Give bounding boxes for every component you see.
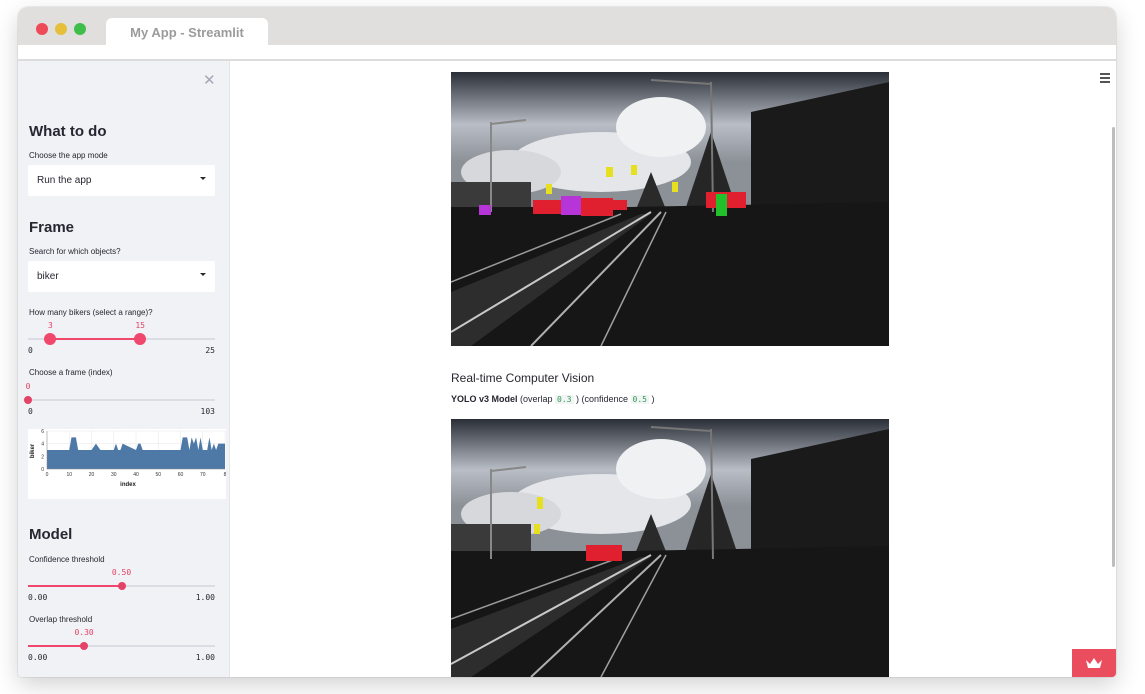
- chart-x-tick-label: 40: [133, 472, 139, 478]
- index-value: 0: [25, 382, 31, 391]
- close-icon[interactable]: ✕: [203, 71, 216, 89]
- range-high-handle[interactable]: [134, 333, 147, 345]
- overlap-max: 1.00: [195, 653, 215, 662]
- model-name: YOLO v3 Model: [451, 394, 518, 404]
- chart-x-tick-label: 10: [66, 472, 72, 478]
- bikers-range-label: How many bikers (select a range)?: [29, 308, 153, 317]
- biker-area-chart: 0 2 4 6 0 10 20 30 40 50 60 70 8 biker index: [28, 429, 227, 499]
- range-low-value: 3: [48, 321, 53, 330]
- range-max: 25: [205, 346, 215, 355]
- chart-y-tick-label: 2: [41, 454, 44, 460]
- confidence-value: 0.50: [111, 568, 132, 577]
- objects-value: biker: [37, 271, 59, 282]
- yolo-frame-image: [451, 419, 889, 677]
- confidence-slider[interactable]: 0.50 0.00 1.00: [28, 568, 215, 604]
- confidence-min: 0.00: [28, 593, 48, 602]
- title-bar: My App - Streamlit: [18, 7, 1116, 46]
- confidence-handle[interactable]: [117, 582, 126, 590]
- overlap-label: Overlap threshold: [29, 615, 93, 624]
- range-low-handle[interactable]: [44, 333, 57, 345]
- confidence-text: ) (confidence: [573, 394, 631, 404]
- slider-fill: [28, 645, 85, 647]
- minimize-window-button[interactable]: [55, 23, 67, 35]
- bikers-range-slider[interactable]: 3 15 0 25: [28, 321, 215, 357]
- what-to-do-heading: What to do: [29, 123, 107, 140]
- sidebar: ✕ What to do Choose the app mode Run the…: [18, 61, 230, 677]
- range-min: 0: [28, 346, 33, 355]
- chart-x-tick-label: 70: [200, 472, 206, 478]
- overlap-code: 0.3: [555, 395, 574, 404]
- chart-x-tick-label: 30: [111, 472, 117, 478]
- chart-y-axis-label: biker: [30, 443, 36, 458]
- frame-index-label: Choose a frame (index): [29, 368, 113, 377]
- toolbar-strip: [18, 45, 1116, 59]
- frame-heading: Frame: [29, 219, 75, 236]
- close-paren-text: ): [648, 394, 655, 404]
- index-max: 103: [200, 407, 215, 416]
- app-mode-value: Run the app: [37, 175, 92, 186]
- overlap-handle[interactable]: [80, 642, 89, 650]
- chart-x-tick-label: 8: [224, 472, 226, 478]
- slider-fill: [28, 585, 122, 587]
- main-content: Real-time Computer Vision YOLO v3 Model …: [230, 61, 1116, 677]
- overlap-value: 0.30: [74, 628, 94, 637]
- index-min: 0: [28, 407, 33, 416]
- chart-y-tick-label: 0: [41, 467, 44, 473]
- streamlit-crown-icon[interactable]: [1072, 649, 1116, 677]
- hamburger-icon[interactable]: [1100, 73, 1110, 85]
- overlap-min: 0.00: [28, 653, 48, 662]
- model-heading: Model: [29, 526, 73, 543]
- index-handle[interactable]: [24, 396, 32, 404]
- overlap-text: (overlap: [517, 394, 556, 404]
- chart-y-tick-label: 4: [41, 442, 44, 448]
- objects-select[interactable]: biker: [28, 261, 215, 292]
- close-window-button[interactable]: [36, 23, 48, 35]
- browser-window: My App - Streamlit ✕ What to do Choose t…: [18, 7, 1116, 677]
- frame-index-slider[interactable]: 0 0 103: [24, 382, 215, 418]
- app-mode-label: Choose the app mode: [29, 151, 108, 160]
- section-title: Real-time Computer Vision: [451, 371, 595, 385]
- range-high-value: 15: [135, 321, 146, 330]
- chevron-down-icon: [200, 177, 206, 180]
- confidence-max: 1.00: [195, 593, 215, 602]
- slider-fill: [50, 338, 141, 340]
- overlap-slider[interactable]: 0.30 0.00 1.00: [28, 628, 215, 664]
- confidence-label: Confidence threshold: [29, 555, 105, 564]
- maximize-window-button[interactable]: [74, 23, 86, 35]
- chart-x-tick-label: 0: [46, 472, 49, 478]
- confidence-code: 0.5: [630, 395, 649, 404]
- ground-truth-frame-image: [451, 72, 889, 346]
- model-caption: YOLO v3 Model (overlap 0.3 ) (confidence…: [451, 394, 654, 404]
- chart-x-tick-label: 20: [89, 472, 95, 478]
- chart-y-tick-label: 6: [41, 429, 44, 435]
- chart-x-tick-label: 60: [178, 472, 184, 478]
- browser-tab[interactable]: My App - Streamlit: [106, 18, 268, 46]
- chevron-down-icon: [200, 273, 206, 276]
- chart-x-axis-label: index: [120, 482, 136, 488]
- slider-track: [28, 399, 215, 401]
- chart-svg: 02460 10 20 30 40 50 60 70 8bikerindex: [30, 429, 227, 488]
- scrollbar[interactable]: [1112, 127, 1115, 567]
- objects-label: Search for which objects?: [29, 247, 121, 256]
- chart-x-tick-label: 50: [155, 472, 161, 478]
- app-mode-select[interactable]: Run the app: [28, 165, 215, 196]
